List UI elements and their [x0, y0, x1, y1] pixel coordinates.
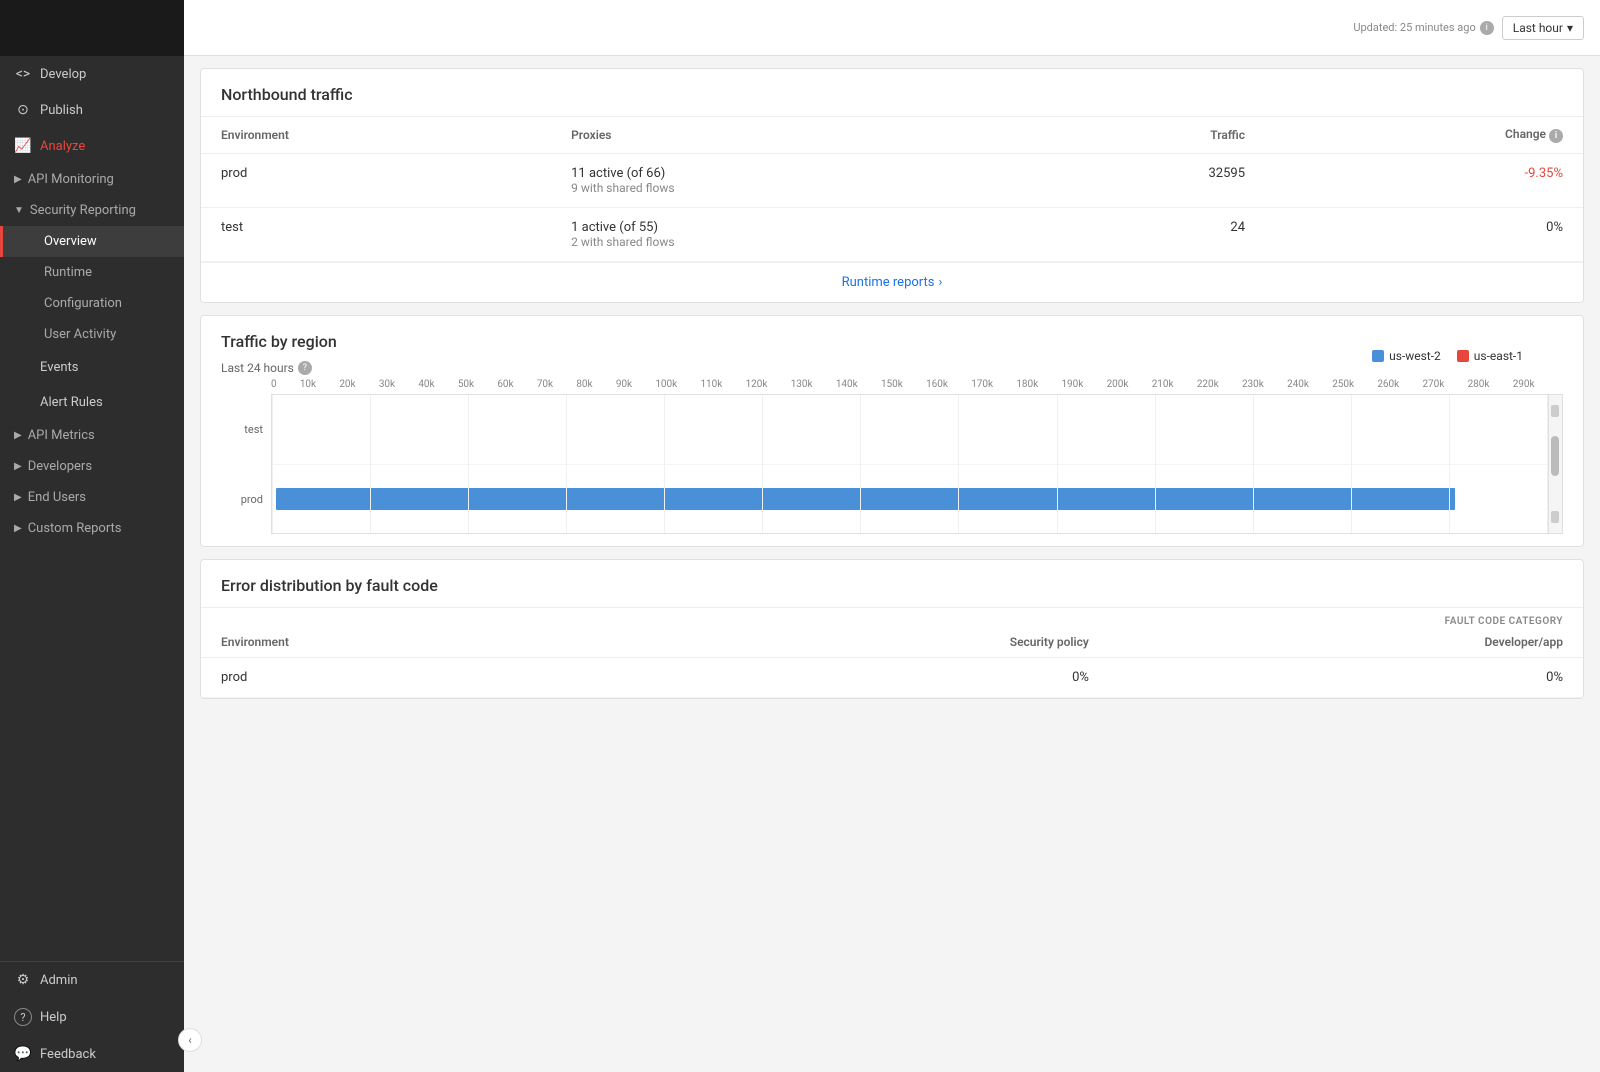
- chart-row-prod: [272, 465, 1548, 534]
- analyze-icon: 📈: [14, 138, 32, 154]
- time-filter-dropdown[interactable]: Last hour ▾: [1502, 16, 1584, 40]
- main-scroll-area: Northbound traffic Environment Proxies T…: [184, 56, 1600, 1072]
- fault-code-category-label: FAULT CODE CATEGORY: [201, 608, 1583, 627]
- legend-dot-west: [1372, 350, 1384, 362]
- legend-us-west-2: us-west-2: [1372, 349, 1441, 363]
- col-traffic: Traffic: [1017, 117, 1265, 154]
- sidebar-sub-item-configuration[interactable]: Configuration: [0, 288, 184, 319]
- sidebar: <> Develop ⊙ Publish 📈 Analyze ▶ API Mon…: [0, 0, 184, 1072]
- traffic-by-region-section: Traffic by region Last 24 hours ? us-wes…: [200, 315, 1584, 547]
- chart-body: test prod: [221, 394, 1563, 534]
- y-axis-labels: test prod: [221, 394, 271, 534]
- sidebar-item-admin[interactable]: ⚙ Admin: [0, 962, 184, 998]
- traffic-test: 24: [1017, 208, 1265, 262]
- error-env-prod: prod: [201, 658, 632, 698]
- bar-prod: [276, 488, 1455, 510]
- x-axis-labels: 0 10k 20k 30k 40k 50k 60k 70k 80k 90k 10…: [221, 379, 1563, 390]
- feedback-icon: 💬: [14, 1046, 32, 1062]
- traffic-region-title: Traffic by region: [221, 332, 1563, 351]
- sidebar-item-events[interactable]: Events: [0, 350, 184, 385]
- chart-info-icon[interactable]: ?: [298, 361, 312, 375]
- sidebar-sub-item-runtime[interactable]: Runtime: [0, 257, 184, 288]
- sidebar-item-alert-rules[interactable]: Alert Rules: [0, 385, 184, 420]
- error-col-developer-app: Developer/app: [1109, 627, 1583, 658]
- legend-dot-east: [1457, 350, 1469, 362]
- proxies-prod: 11 active (of 66) 9 with shared flows: [551, 154, 1017, 208]
- chevron-right-icon-3: ▶: [14, 461, 22, 472]
- chevron-right-icon-2: ▶: [14, 430, 22, 441]
- sidebar-sub-item-user-activity[interactable]: User Activity: [0, 319, 184, 350]
- northbound-traffic-section: Northbound traffic Environment Proxies T…: [200, 68, 1584, 303]
- table-row: test 1 active (of 55) 2 with shared flow…: [201, 208, 1583, 262]
- col-proxies: Proxies: [551, 117, 1017, 154]
- help-icon: ?: [14, 1008, 32, 1026]
- chart-row-test: [272, 395, 1548, 465]
- sidebar-section-custom-reports[interactable]: ▶ Custom Reports: [0, 513, 184, 544]
- error-col-environment: Environment: [201, 627, 632, 658]
- sidebar-section-end-users[interactable]: ▶ End Users: [0, 482, 184, 513]
- chevron-down-icon: ▾: [1567, 21, 1573, 35]
- table-row: prod 11 active (of 66) 9 with shared flo…: [201, 154, 1583, 208]
- security-policy-prod: 0%: [632, 658, 1108, 698]
- scrollbar-thumb-top: [1551, 405, 1559, 417]
- update-info: Updated: 25 minutes ago i: [1353, 21, 1493, 35]
- chart-bars-wrapper: [271, 394, 1549, 534]
- proxies-test: 1 active (of 55) 2 with shared flows: [551, 208, 1017, 262]
- main-content-area: Updated: 25 minutes ago i Last hour ▾ No…: [184, 0, 1600, 1072]
- chevron-right-icon: ▶: [14, 174, 22, 185]
- sidebar-item-feedback[interactable]: 💬 Feedback: [0, 1036, 184, 1072]
- admin-icon: ⚙: [14, 972, 32, 988]
- env-prod: prod: [201, 154, 551, 208]
- env-test: test: [201, 208, 551, 262]
- sidebar-item-analyze[interactable]: 📈 Analyze: [0, 128, 184, 164]
- sidebar-top-bar: [0, 0, 184, 56]
- runtime-reports-link[interactable]: Runtime reports ›: [201, 262, 1583, 302]
- sidebar-section-api-monitoring[interactable]: ▶ API Monitoring: [0, 164, 184, 195]
- chart-legend: us-west-2 us-east-1: [1372, 349, 1523, 363]
- chart-rows: [272, 395, 1548, 533]
- error-table: Environment Security policy Developer/ap…: [201, 627, 1583, 698]
- sidebar-sub-item-overview[interactable]: Overview: [0, 226, 184, 257]
- chevron-right-icon-4: ▶: [14, 492, 22, 503]
- publish-icon: ⊙: [14, 102, 32, 118]
- sidebar-section-developers[interactable]: ▶ Developers: [0, 451, 184, 482]
- info-icon[interactable]: i: [1480, 21, 1494, 35]
- change-prod: -9.35%: [1265, 154, 1583, 208]
- northbound-title: Northbound traffic: [201, 69, 1583, 117]
- developer-app-prod: 0%: [1109, 658, 1583, 698]
- scrollbar-thumb: [1551, 436, 1559, 476]
- sidebar-section-api-metrics[interactable]: ▶ API Metrics: [0, 420, 184, 451]
- error-col-security-policy: Security policy: [632, 627, 1108, 658]
- table-row: prod 0% 0%: [201, 658, 1583, 698]
- legend-us-east-1: us-east-1: [1457, 349, 1523, 363]
- sidebar-item-help[interactable]: ? Help: [0, 998, 184, 1036]
- chevron-right-icon-5: ▶: [14, 523, 22, 534]
- change-info-icon[interactable]: i: [1549, 129, 1563, 143]
- col-environment: Environment: [201, 117, 551, 154]
- traffic-prod: 32595: [1017, 154, 1265, 208]
- chevron-right-icon: ›: [938, 275, 942, 290]
- collapse-sidebar-button[interactable]: ‹: [178, 1028, 202, 1052]
- develop-icon: <>: [14, 66, 32, 82]
- chart-subtitle: Last 24 hours ?: [221, 361, 312, 375]
- sidebar-item-develop[interactable]: <> Develop: [0, 56, 184, 92]
- chart-scrollbar[interactable]: [1549, 394, 1563, 534]
- northbound-table: Environment Proxies Traffic Change i pro…: [201, 117, 1583, 262]
- col-change: Change i: [1265, 117, 1583, 154]
- chart-area: 0 10k 20k 30k 40k 50k 60k 70k 80k 90k 10…: [201, 379, 1583, 546]
- chevron-down-icon: ▼: [14, 205, 24, 216]
- main-top-bar: Updated: 25 minutes ago i Last hour ▾: [184, 0, 1600, 56]
- error-distribution-title: Error distribution by fault code: [201, 560, 1583, 608]
- sidebar-section-security-reporting[interactable]: ▼ Security Reporting: [0, 195, 184, 226]
- error-distribution-section: Error distribution by fault code FAULT C…: [200, 559, 1584, 699]
- change-test: 0%: [1265, 208, 1583, 262]
- scrollbar-thumb-bottom: [1551, 511, 1559, 523]
- sidebar-item-publish[interactable]: ⊙ Publish: [0, 92, 184, 128]
